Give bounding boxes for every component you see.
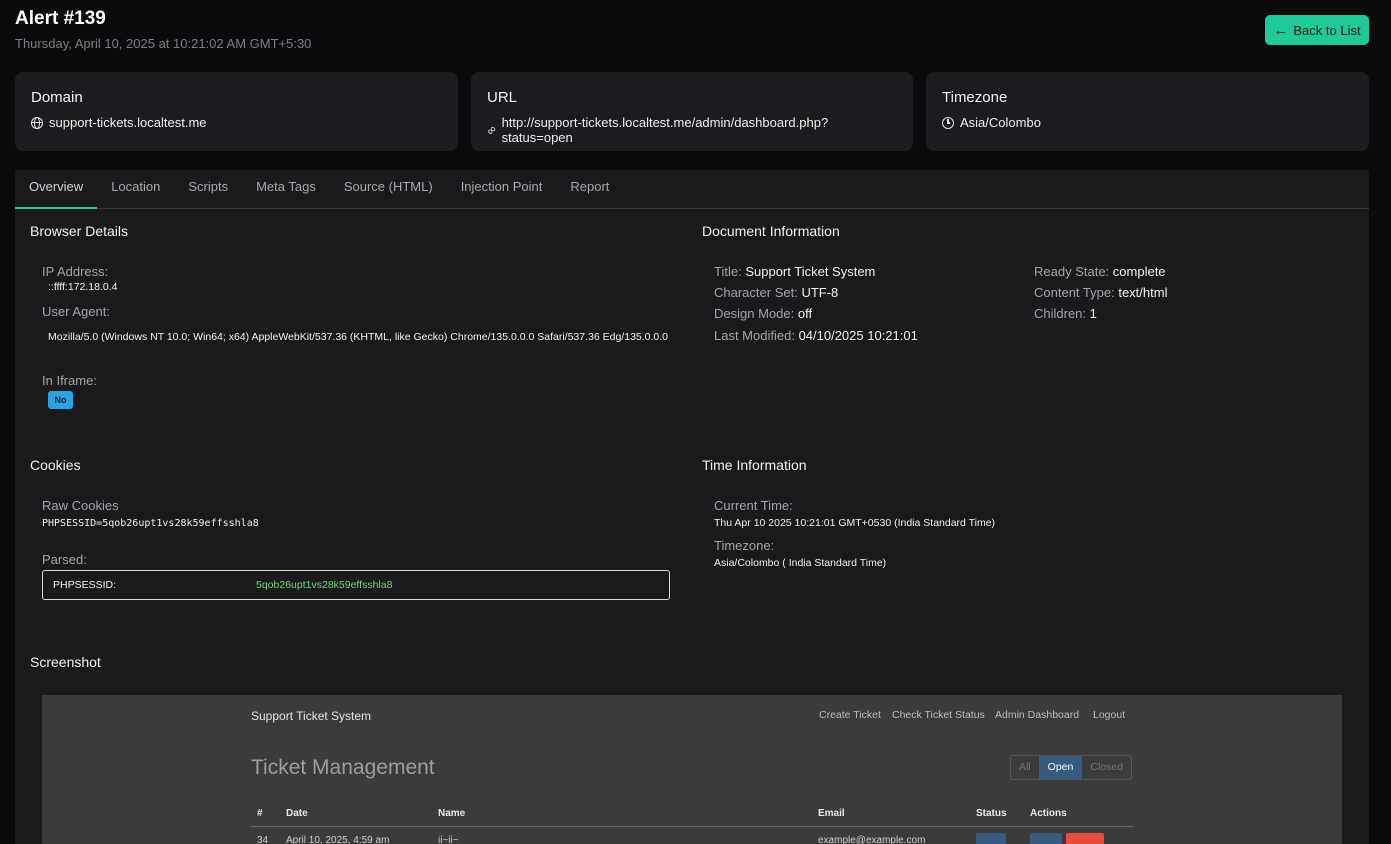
shot-nav-admin-dashboard: Admin Dashboard xyxy=(995,709,1080,721)
shot-nav-create-ticket: Create Ticket xyxy=(819,709,881,721)
doc-design-mode: Design Mode: off xyxy=(714,306,812,321)
ip-address-value: ::ffff:172.18.0.4 xyxy=(48,281,118,293)
url-value: http://support-tickets.localtest.me/admi… xyxy=(501,115,829,145)
shot-view-button xyxy=(1030,833,1062,844)
time-zone-label: Timezone: xyxy=(714,538,775,553)
doc-ctype-label: Content Type: xyxy=(1034,285,1115,300)
user-agent-value: Mozilla/5.0 (Windows NT 10.0; Win64; x64… xyxy=(48,331,669,343)
alert-timestamp: Thursday, April 10, 2025 at 10:21:02 AM … xyxy=(15,36,312,51)
parsed-cookie-key: PHPSESSID: xyxy=(53,579,117,591)
clock-icon xyxy=(942,116,954,129)
doc-modified-label: Last Modified: xyxy=(714,328,795,343)
shot-col-number: # xyxy=(257,808,263,819)
domain-card: Domain support-tickets.localtest.me xyxy=(15,72,458,151)
browser-details-heading: Browser Details xyxy=(30,223,129,239)
screenshot-heading: Screenshot xyxy=(30,654,101,670)
doc-content-type: Content Type: text/html xyxy=(1034,285,1167,300)
shot-row-email: example@example.com xyxy=(818,835,926,844)
shot-brand: Support Ticket System xyxy=(251,709,372,723)
link-icon: ∞ xyxy=(483,122,500,138)
doc-design-label: Design Mode: xyxy=(714,306,795,321)
doc-children-value: 1 xyxy=(1089,306,1097,321)
page-header: Alert #139 Thursday, April 10, 2025 at 1… xyxy=(15,8,311,51)
doc-children-label: Children: xyxy=(1034,306,1087,321)
user-agent-label: User Agent: xyxy=(42,304,110,319)
shot-row-number: 34 xyxy=(257,835,269,844)
tab-scripts[interactable]: Scripts xyxy=(174,170,242,209)
in-iframe-badge: No xyxy=(48,391,73,409)
shot-col-email: Email xyxy=(818,808,845,819)
shot-delete-button xyxy=(1066,833,1104,844)
document-info-heading: Document Information xyxy=(702,223,840,239)
doc-charset-label: Character Set: xyxy=(714,285,798,300)
shot-filter-all: All xyxy=(1011,756,1040,779)
shot-row-name: ii~ii~ xyxy=(438,835,459,844)
shot-nav-logout: Logout xyxy=(1093,709,1126,721)
arrow-left-icon: ← xyxy=(1273,21,1289,39)
timezone-card: Timezone Asia/Colombo xyxy=(926,72,1369,151)
doc-design-value: off xyxy=(797,306,813,321)
doc-ctype-value: text/html xyxy=(1118,285,1168,300)
in-iframe-label: In Iframe: xyxy=(42,373,97,388)
details-panel: Overview Location Scripts Meta Tags Sour… xyxy=(15,170,1369,844)
shot-nav-check-status: Check Ticket Status xyxy=(892,709,985,721)
doc-charset-value: UTF-8 xyxy=(801,285,839,300)
shot-filter-open: Open xyxy=(1039,756,1083,779)
domain-card-label: Domain xyxy=(31,89,83,106)
shot-col-date: Date xyxy=(286,808,308,819)
parsed-label: Parsed: xyxy=(42,552,87,567)
doc-charset: Character Set: UTF-8 xyxy=(714,285,838,300)
raw-cookies-label: Raw Cookies xyxy=(42,498,119,513)
shot-row-date: April 10, 2025, 4:59 am xyxy=(286,835,390,844)
doc-title-value: Support Ticket System xyxy=(745,264,876,279)
doc-title: Title: Support Ticket System xyxy=(714,264,875,279)
parsed-cookie-row: PHPSESSID: 5qob26upt1vs28k59effsshla8 xyxy=(42,570,670,600)
captured-screenshot: Support Ticket System Create Ticket Chec… xyxy=(42,695,1342,844)
shot-filter-group: All Open Closed xyxy=(1010,755,1133,780)
tab-location[interactable]: Location xyxy=(97,170,174,209)
shot-filter-closed: Closed xyxy=(1090,761,1124,773)
doc-title-label: Title: xyxy=(714,264,742,279)
tab-source-html[interactable]: Source (HTML) xyxy=(330,170,447,209)
timezone-card-label: Timezone xyxy=(942,89,1008,106)
back-to-list-button[interactable]: ← Back to List xyxy=(1265,15,1369,45)
shot-status-badge xyxy=(976,833,1006,844)
url-card: URL ∞ http://support-tickets.localtest.m… xyxy=(471,72,913,151)
tab-overview[interactable]: Overview xyxy=(15,170,98,209)
url-card-label: URL xyxy=(487,89,518,106)
time-info-heading: Time Information xyxy=(702,457,807,473)
time-zone-value: Asia/Colombo ( India Standard Time) xyxy=(714,557,887,569)
domain-value: support-tickets.localtest.me xyxy=(49,115,207,130)
globe-icon xyxy=(31,116,43,129)
cookies-heading: Cookies xyxy=(30,457,81,473)
doc-last-modified: Last Modified: 04/10/2025 10:21:01 xyxy=(714,328,918,343)
tab-report[interactable]: Report xyxy=(556,170,623,209)
current-time-value: Thu Apr 10 2025 10:21:01 GMT+0530 (India… xyxy=(714,517,996,529)
shot-page-title: Ticket Management xyxy=(251,756,435,779)
parsed-cookie-value: 5qob26upt1vs28k59effsshla8 xyxy=(256,579,393,591)
doc-children: Children: 1 xyxy=(1034,306,1097,321)
ip-address-label: IP Address: xyxy=(42,264,109,279)
current-time-label: Current Time: xyxy=(714,498,793,513)
tab-injection-point[interactable]: Injection Point xyxy=(447,170,557,209)
doc-modified-value: 04/10/2025 10:21:01 xyxy=(798,328,918,343)
raw-cookies-value: PHPSESSID=5qob26upt1vs28k59effsshla8 xyxy=(42,518,259,529)
shot-col-status: Status xyxy=(976,808,1007,819)
doc-ready-value: complete xyxy=(1112,264,1166,279)
tab-bar: Overview Location Scripts Meta Tags Sour… xyxy=(15,170,623,209)
back-to-list-label: Back to List xyxy=(1293,22,1361,38)
shot-col-name: Name xyxy=(438,808,466,819)
page-title: Alert #139 xyxy=(15,8,106,29)
doc-ready-label: Ready State: xyxy=(1034,264,1110,279)
tab-meta-tags[interactable]: Meta Tags xyxy=(242,170,330,209)
doc-ready-state: Ready State: complete xyxy=(1034,264,1166,279)
shot-col-actions: Actions xyxy=(1030,808,1067,819)
timezone-value: Asia/Colombo xyxy=(960,115,1041,130)
shot-header-divider xyxy=(251,826,1133,827)
